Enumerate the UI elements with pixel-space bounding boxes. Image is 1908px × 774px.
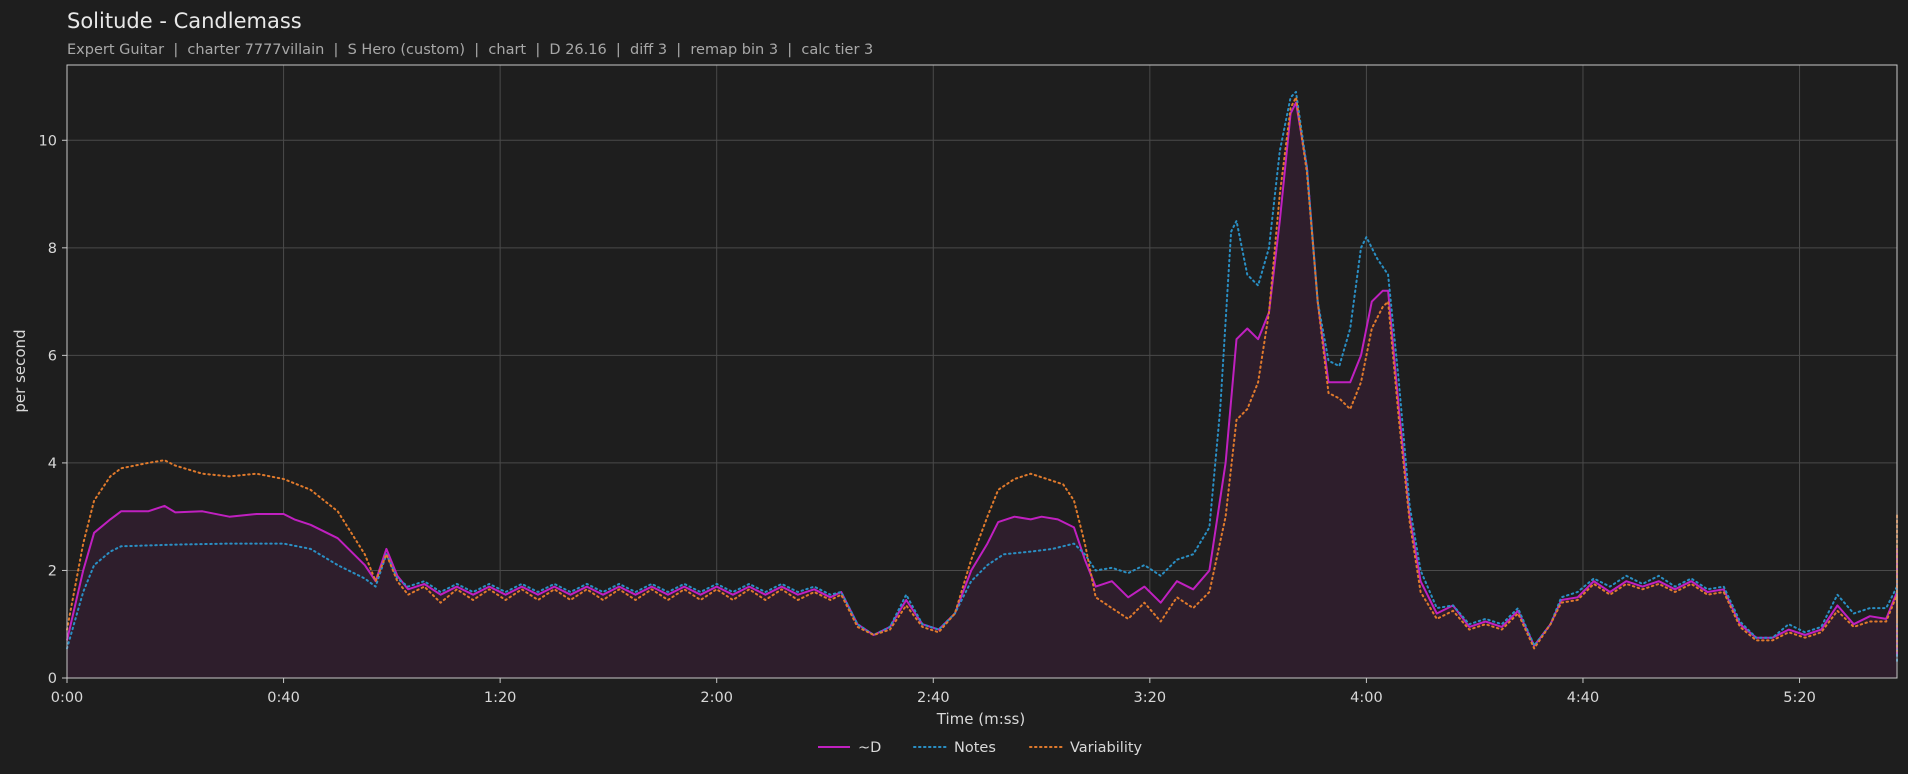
x-tick-label: 0:00 bbox=[51, 690, 84, 706]
y-tick-label: 2 bbox=[48, 563, 57, 579]
legend: ~D Notes Variability bbox=[818, 740, 1143, 756]
x-tick-label: 5:20 bbox=[1783, 690, 1816, 706]
y-tick-label: 8 bbox=[48, 241, 57, 257]
x-tick-label: 2:00 bbox=[700, 690, 733, 706]
y-axis-label: per second bbox=[11, 329, 29, 412]
line-chart: Solitude - Candlemass Expert Guitar | ch… bbox=[0, 0, 1908, 774]
x-tick-label: 4:00 bbox=[1350, 690, 1383, 706]
x-axis-label: Time (m:ss) bbox=[936, 710, 1025, 728]
chart-title: Solitude - Candlemass bbox=[67, 9, 302, 33]
x-tick-label: 0:40 bbox=[267, 690, 300, 706]
x-tick-label: 2:40 bbox=[917, 690, 950, 706]
legend-label: Notes bbox=[954, 740, 996, 756]
y-tick-label: 4 bbox=[48, 456, 57, 472]
legend-label: ~D bbox=[858, 740, 881, 756]
x-tick-label: 1:20 bbox=[484, 690, 517, 706]
y-tick-label: 0 bbox=[48, 671, 57, 687]
y-tick-label: 10 bbox=[39, 133, 57, 149]
x-tick-label: 4:40 bbox=[1567, 690, 1600, 706]
legend-label: Variability bbox=[1070, 740, 1143, 756]
y-tick-label: 6 bbox=[48, 348, 57, 364]
x-tick-label: 3:20 bbox=[1134, 690, 1167, 706]
chart-subtitle: Expert Guitar | charter 7777villain | S … bbox=[67, 42, 873, 58]
